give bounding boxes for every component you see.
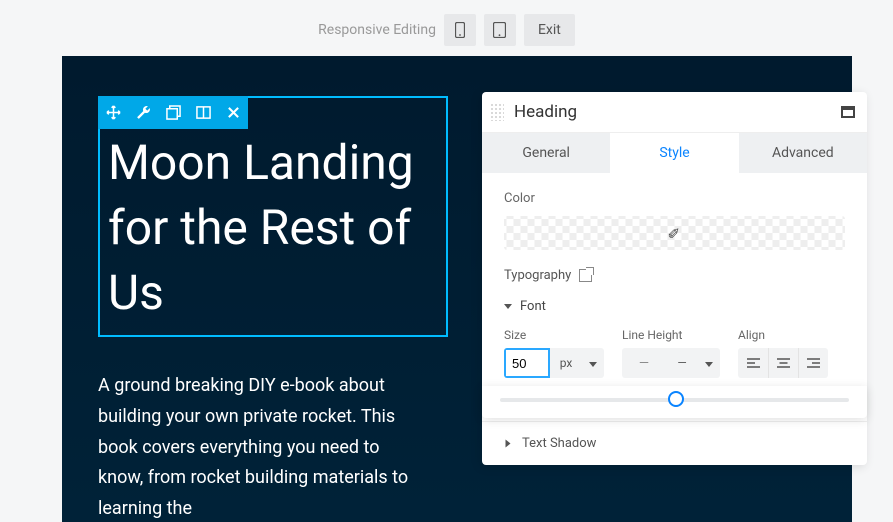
lineheight-dropdown[interactable] <box>698 356 720 371</box>
font-label: Font <box>520 299 546 314</box>
tab-advanced[interactable]: Advanced <box>739 133 867 173</box>
heading-text[interactable]: Moon Landing for the Rest of Us <box>100 98 446 335</box>
close-icon[interactable] <box>218 96 248 129</box>
columns-icon[interactable] <box>188 96 218 129</box>
align-right-icon <box>807 358 820 369</box>
panel-title: Heading <box>514 102 841 122</box>
font-toggle[interactable]: Font <box>504 299 845 314</box>
device-tablet-button[interactable] <box>484 14 516 46</box>
tab-general[interactable]: General <box>482 133 610 173</box>
slider-track <box>500 398 849 402</box>
device-phone-button[interactable] <box>444 14 476 46</box>
exit-button[interactable]: Exit <box>524 14 575 46</box>
external-settings-icon[interactable] <box>579 269 592 282</box>
settings-panel: Heading General Style Advanced Color ✎ T… <box>482 92 867 465</box>
size-input[interactable] <box>504 348 550 378</box>
align-label: Align <box>738 328 828 342</box>
color-picker[interactable]: ✎ <box>504 216 845 250</box>
align-control: Align <box>738 328 828 378</box>
typography-row: Typography <box>504 268 845 283</box>
panel-header: Heading <box>482 92 867 133</box>
font-controls: Size px Line Height — — Align <box>504 328 845 378</box>
tab-style[interactable]: Style <box>610 133 738 173</box>
lineheight-control: Line Height — — <box>622 328 720 378</box>
align-center-icon <box>777 358 790 369</box>
align-left-icon <box>747 358 760 369</box>
align-right-button[interactable] <box>798 348 828 378</box>
top-toolbar: Responsive Editing Exit <box>0 0 893 60</box>
lineheight-unit: — <box>666 356 698 370</box>
panel-tabs: General Style Advanced <box>482 133 867 173</box>
module-toolbar <box>98 96 248 129</box>
drag-handle-icon[interactable] <box>490 103 504 121</box>
slider-thumb[interactable] <box>668 391 684 407</box>
maximize-icon[interactable] <box>841 106 855 118</box>
size-unit-dropdown[interactable] <box>582 356 604 371</box>
tablet-icon <box>493 22 506 38</box>
selected-heading-module[interactable]: Moon Landing for the Rest of Us <box>98 96 448 337</box>
align-center-button[interactable] <box>768 348 798 378</box>
typography-label: Typography <box>504 268 571 283</box>
panel-body: Color ✎ Typography Font Size px Line Hei… <box>482 173 867 418</box>
color-label: Color <box>504 191 845 206</box>
responsive-editing-label: Responsive Editing <box>318 22 436 38</box>
eyedropper-icon: ✎ <box>665 227 683 240</box>
wrench-icon[interactable] <box>128 96 158 129</box>
accordion-text-shadow[interactable]: Text Shadow <box>482 421 867 465</box>
size-slider[interactable] <box>482 386 867 418</box>
body-text: A ground breaking DIY e-book about build… <box>98 371 418 522</box>
size-unit[interactable]: px <box>550 356 582 370</box>
lineheight-value: — <box>622 356 666 371</box>
lineheight-label: Line Height <box>622 328 720 342</box>
chevron-right-icon <box>506 440 511 448</box>
chevron-down-icon <box>504 304 512 309</box>
size-control: Size px <box>504 328 604 378</box>
move-icon[interactable] <box>98 96 128 129</box>
align-left-button[interactable] <box>738 348 768 378</box>
size-label: Size <box>504 328 604 342</box>
duplicate-icon[interactable] <box>158 96 188 129</box>
phone-icon <box>455 22 465 38</box>
